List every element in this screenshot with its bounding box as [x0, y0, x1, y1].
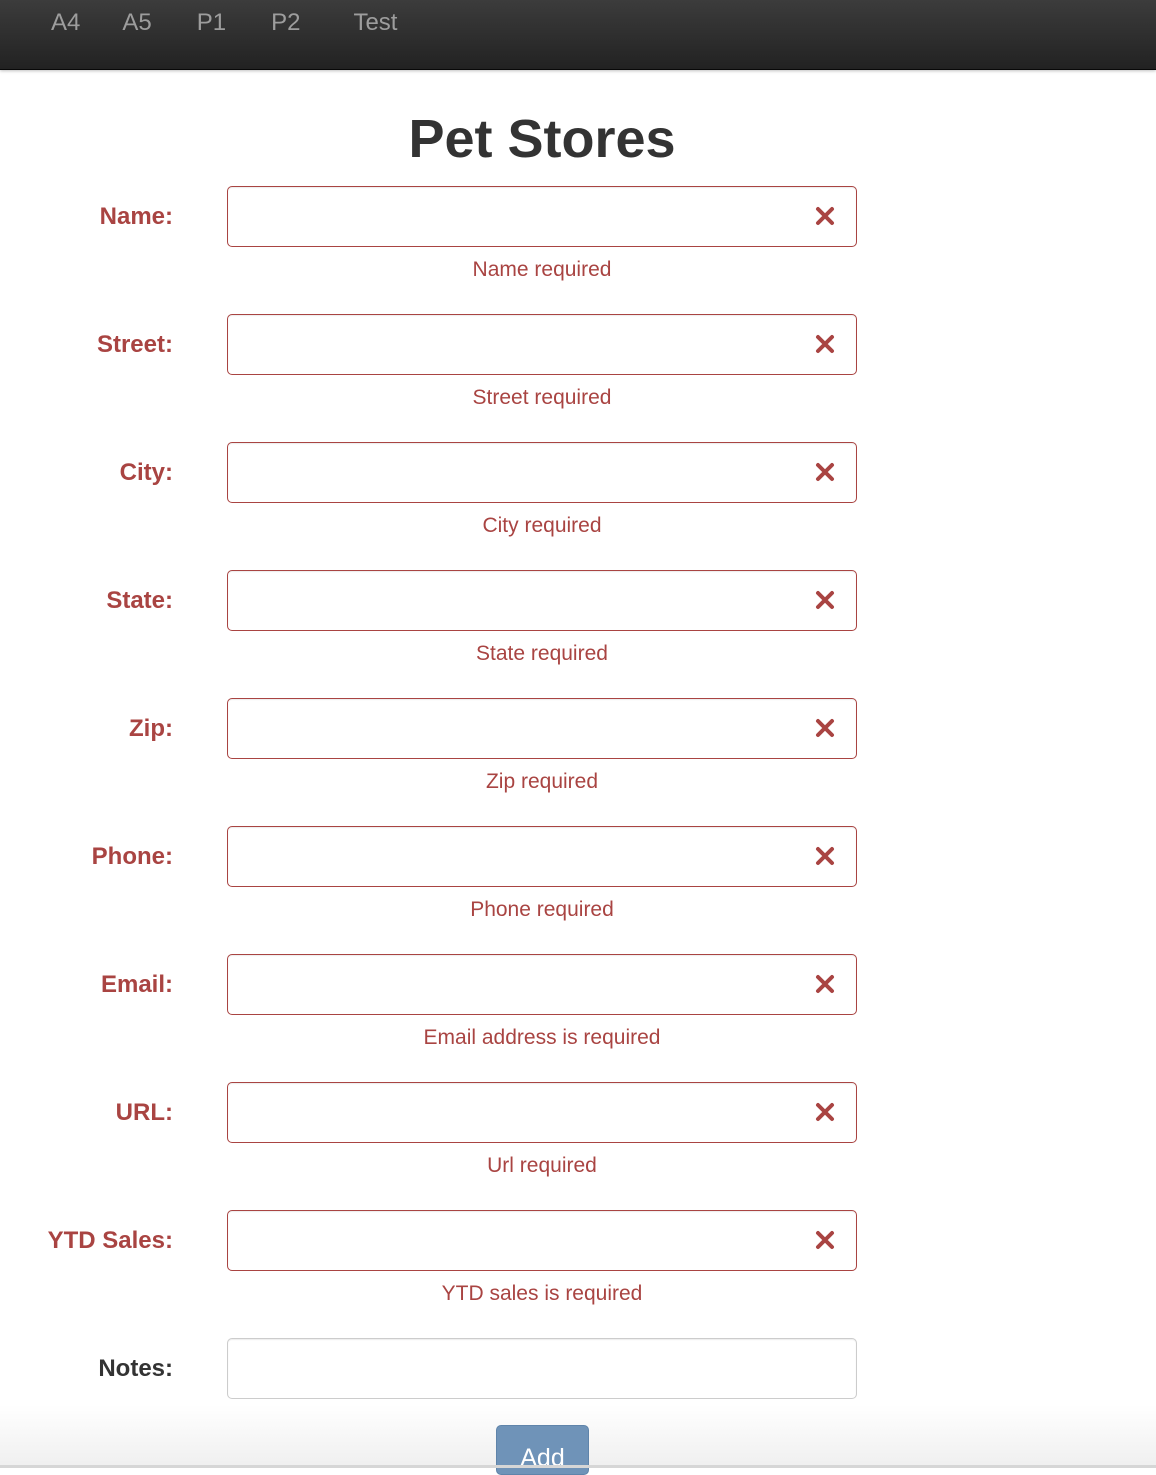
- url-input[interactable]: [227, 1082, 857, 1143]
- form-row-state: State: State required: [0, 570, 1156, 698]
- form-row-url: URL: Url required: [0, 1082, 1156, 1210]
- nav-item-p1[interactable]: P1: [173, 0, 247, 49]
- close-icon: [814, 1229, 836, 1251]
- phone-label: Phone:: [91, 843, 173, 870]
- url-input-wrap: [227, 1082, 857, 1143]
- zip-label: Zip:: [129, 715, 173, 742]
- nav-item-a4[interactable]: A4: [30, 0, 101, 49]
- form-row-zip: Zip: Zip required: [0, 698, 1156, 826]
- name-input-wrap: [227, 186, 857, 247]
- zip-input-wrap: [227, 698, 857, 759]
- form-row-ytd-sales: YTD Sales: YTD sales is required: [0, 1210, 1156, 1338]
- close-icon: [814, 461, 836, 483]
- url-label: URL:: [115, 1099, 173, 1126]
- state-error-text: State required: [476, 642, 608, 665]
- email-input-wrap: [227, 954, 857, 1015]
- nav-item-test[interactable]: Test: [321, 0, 418, 49]
- form-row-name: Name: Name required: [0, 186, 1156, 314]
- street-input-wrap: [227, 314, 857, 375]
- ytd-sales-input[interactable]: [227, 1210, 857, 1271]
- email-label: Email:: [100, 971, 173, 998]
- phone-input-wrap: [227, 826, 857, 887]
- pet-store-form: Name: Name required Street: Street requi…: [0, 186, 1156, 1466]
- form-row-phone: Phone: Phone required: [0, 826, 1156, 954]
- close-icon: [814, 333, 836, 355]
- close-icon: [814, 589, 836, 611]
- close-icon: [814, 845, 836, 867]
- notes-input[interactable]: [227, 1338, 857, 1399]
- ytd-sales-input-wrap: [227, 1210, 857, 1271]
- phone-error-text: Phone required: [470, 898, 614, 921]
- notes-label: Notes:: [98, 1355, 173, 1382]
- phone-input[interactable]: [227, 826, 857, 887]
- form-row-city: City: City required: [0, 442, 1156, 570]
- city-label: City:: [119, 459, 173, 486]
- street-input[interactable]: [227, 314, 857, 375]
- close-icon: [814, 717, 836, 739]
- close-icon: [814, 205, 836, 227]
- notes-input-wrap: [227, 1338, 857, 1399]
- close-icon: [814, 1101, 836, 1123]
- form-row-email: Email: Email address is required: [0, 954, 1156, 1082]
- nav-item-a5[interactable]: A5: [101, 0, 172, 49]
- state-input[interactable]: [227, 570, 857, 631]
- top-navbar: A4 A5 P1 P2 Test: [0, 0, 1156, 70]
- state-label: State:: [106, 587, 173, 614]
- nav-item-p2[interactable]: P2: [247, 0, 321, 49]
- state-input-wrap: [227, 570, 857, 631]
- city-input[interactable]: [227, 442, 857, 503]
- page-title: Pet Stores: [408, 109, 676, 169]
- email-input[interactable]: [227, 954, 857, 1015]
- city-error-text: City required: [482, 514, 602, 537]
- zip-input[interactable]: [227, 698, 857, 759]
- name-label: Name:: [99, 203, 173, 230]
- ytd-sales-label: YTD Sales:: [47, 1227, 173, 1254]
- city-input-wrap: [227, 442, 857, 503]
- name-error-text: Name required: [472, 258, 612, 281]
- street-error-text: Street required: [472, 386, 612, 409]
- name-input[interactable]: [227, 186, 857, 247]
- form-row-street: Street: Street required: [0, 314, 1156, 442]
- nav-menu: A4 A5 P1 P2 Test: [0, 0, 1156, 49]
- zip-error-text: Zip required: [485, 770, 599, 793]
- email-error-text: Email address is required: [423, 1026, 661, 1049]
- close-icon: [814, 973, 836, 995]
- ytd-sales-error-text: YTD sales is required: [441, 1282, 643, 1305]
- street-label: Street:: [96, 331, 173, 358]
- url-error-text: Url required: [487, 1154, 597, 1177]
